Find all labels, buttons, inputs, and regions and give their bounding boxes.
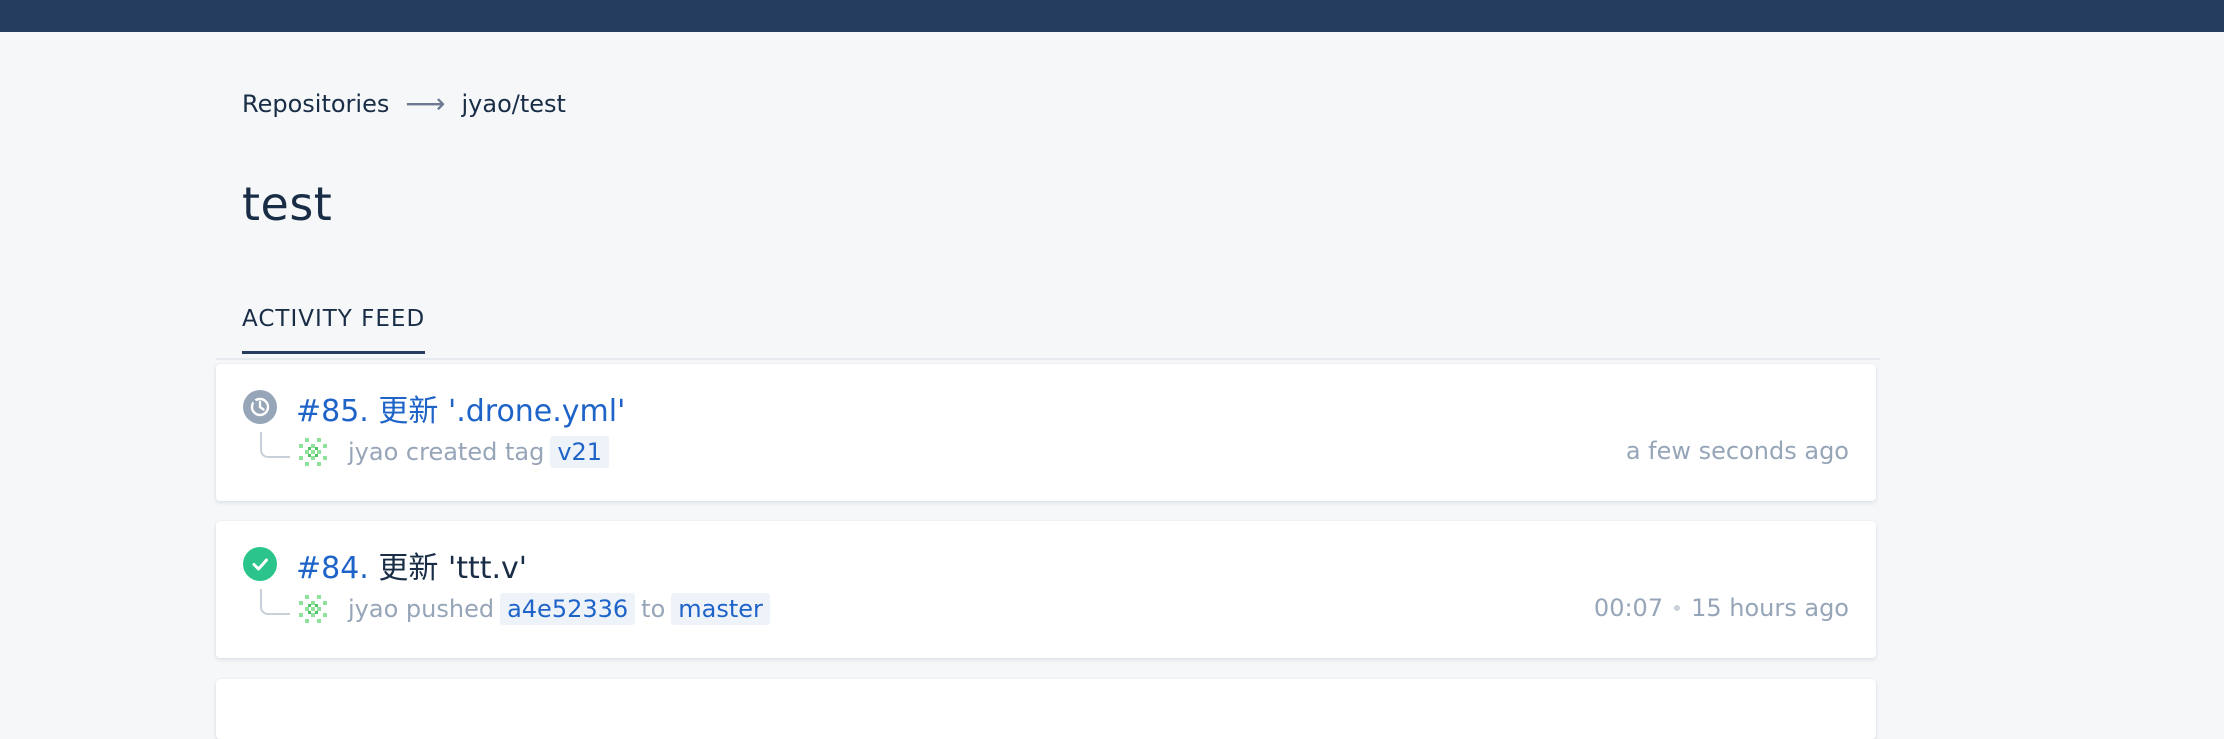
breadcrumb: Repositories ⟶ jyao/test	[242, 87, 566, 120]
build-status-running	[243, 390, 277, 424]
build-card[interactable]: #84. 更新 'ttt.v' jyao pushed a4e52336 to	[216, 521, 1876, 658]
tag-chip[interactable]: v21	[550, 436, 610, 468]
build-time: 15 hours ago	[1691, 594, 1849, 622]
build-duration: 00:07	[1593, 594, 1664, 622]
clock-icon	[250, 397, 270, 417]
avatar	[296, 592, 330, 626]
build-message: 更新 'ttt.v'	[378, 551, 528, 586]
build-author: jyao	[348, 595, 399, 623]
build-card[interactable]	[216, 679, 1876, 739]
build-time-info: a few seconds ago	[1626, 437, 1849, 465]
build-card[interactable]: #85. 更新 '.drone.yml' jyao created tag v2…	[216, 364, 1876, 501]
build-action: pushed	[405, 595, 495, 623]
build-action: created tag	[405, 438, 545, 466]
build-time-info: 00:07 15 hours ago	[1594, 594, 1849, 622]
build-title-link[interactable]: #84. 更新 'ttt.v'	[296, 543, 527, 587]
connector-line	[260, 432, 290, 458]
tab-bar: ACTIVITY FEED	[216, 292, 1880, 360]
separator-dot	[1674, 605, 1681, 611]
build-title-link[interactable]: #85. 更新 '.drone.yml'	[296, 386, 625, 430]
tab-activity-feed[interactable]: ACTIVITY FEED	[242, 306, 426, 354]
build-meta: jyao pushed a4e52336 to master	[348, 593, 776, 625]
breadcrumb-current[interactable]: jyao/test	[462, 90, 566, 118]
breadcrumb-repositories-link[interactable]: Repositories	[242, 90, 389, 118]
build-meta: jyao created tag v21	[348, 436, 615, 468]
top-navbar	[0, 0, 2224, 32]
page-title: test	[242, 177, 333, 231]
build-number: #85.	[296, 394, 369, 429]
commit-chip[interactable]: a4e52336	[500, 593, 636, 625]
build-time: a few seconds ago	[1625, 437, 1849, 465]
check-icon	[252, 558, 268, 571]
build-author: jyao	[348, 438, 399, 466]
build-number: #84.	[296, 551, 369, 586]
connector-line	[260, 589, 290, 615]
branch-chip[interactable]: master	[671, 593, 770, 625]
arrow-right-icon: ⟶	[405, 87, 446, 120]
build-message: 更新 '.drone.yml'	[378, 394, 626, 429]
build-to-label: to	[641, 595, 666, 623]
avatar	[296, 435, 330, 469]
build-status-success	[243, 547, 277, 581]
